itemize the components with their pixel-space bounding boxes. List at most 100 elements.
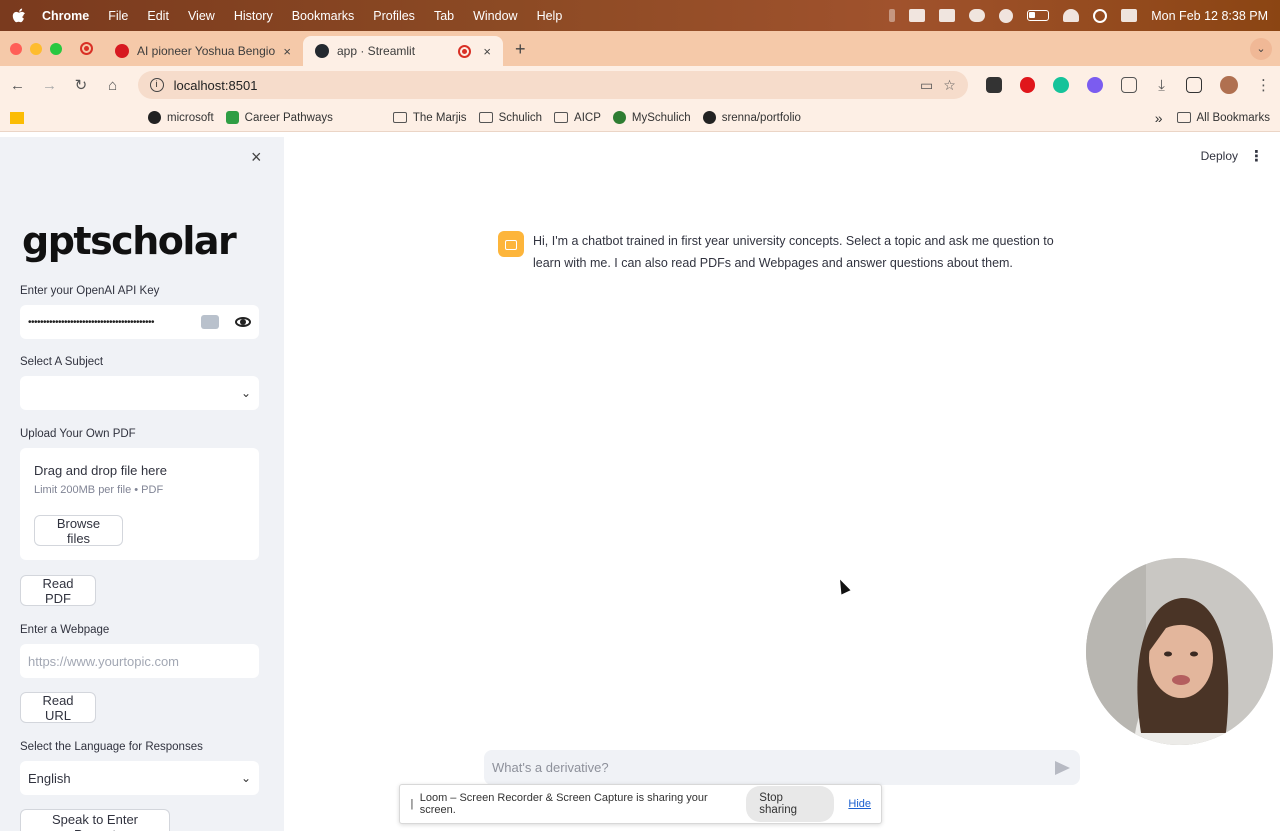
address-bar-url[interactable]: localhost:8501 xyxy=(174,78,910,93)
menubar-clock[interactable]: Mon Feb 12 8:38 PM xyxy=(1151,9,1268,23)
home-icon[interactable]: ⌂ xyxy=(106,77,120,94)
tab-streamlit-app[interactable]: app · Streamlit × xyxy=(303,36,503,66)
menu-bookmarks[interactable]: Bookmarks xyxy=(292,9,355,23)
bookmark-myschulich[interactable]: MySchulich xyxy=(612,111,691,124)
language-select[interactable]: English ⌄ xyxy=(20,761,259,795)
browser-tab-strip: AI pioneer Yoshua Bengio urg × app · Str… xyxy=(0,31,1280,66)
language-label: Select the Language for Responses xyxy=(20,741,203,753)
bookmark-folder-aicp[interactable]: AICP xyxy=(554,112,601,124)
extensions-menu-icon[interactable] xyxy=(1120,77,1137,93)
opera-extension-icon[interactable] xyxy=(1019,77,1036,93)
read-pdf-button[interactable]: Read PDF xyxy=(20,575,96,606)
all-bookmarks-button[interactable]: All Bookmarks xyxy=(1176,111,1271,124)
menu-app-name[interactable]: Chrome xyxy=(42,9,89,23)
fullscreen-window-icon[interactable] xyxy=(50,42,62,55)
bookmark-career-pathways[interactable]: Career Pathways xyxy=(225,111,333,124)
bookmark-star-icon[interactable]: ☆ xyxy=(943,77,956,94)
browse-files-button[interactable]: Browse files xyxy=(34,515,123,546)
bookmarks-overflow-icon[interactable]: » xyxy=(1155,110,1163,126)
api-key-label: Enter your OpenAI API Key xyxy=(20,285,160,297)
forward-icon[interactable]: → xyxy=(42,77,57,94)
close-tab-icon[interactable]: × xyxy=(483,44,491,59)
tab-search-dropdown-icon[interactable]: ⌄ xyxy=(1250,38,1272,60)
address-bar[interactable]: i localhost:8501 ▭ ☆ xyxy=(137,71,968,99)
bookmark-folder-schulich[interactable]: Schulich xyxy=(478,112,542,124)
cloud-icon[interactable] xyxy=(969,9,986,22)
google-drive-bookmark-icon[interactable] xyxy=(10,111,24,124)
drive-icon[interactable] xyxy=(939,9,956,22)
bookmarks-bar: microsoft Career Pathways The Marjis Sch… xyxy=(0,104,1280,132)
chat-input[interactable]: What's a derivative? xyxy=(484,750,1080,785)
password-manager-icon[interactable] xyxy=(201,315,219,329)
stop-sharing-button[interactable]: Stop sharing xyxy=(746,786,835,822)
menu-file[interactable]: File xyxy=(108,9,128,23)
wifi-icon[interactable] xyxy=(1063,9,1080,22)
dropzone-limit: Limit 200MB per file • PDF xyxy=(34,484,164,496)
webpage-input[interactable]: https://www.yourtopic.com xyxy=(20,644,259,678)
menu-profiles[interactable]: Profiles xyxy=(373,9,415,23)
bookmark-folder-the-marjis[interactable]: The Marjis xyxy=(392,111,467,124)
chevron-down-icon: ⌄ xyxy=(240,771,251,785)
battery-icon[interactable] xyxy=(1027,10,1050,21)
side-panel-icon[interactable] xyxy=(1186,77,1203,93)
reload-icon[interactable]: ↻ xyxy=(74,76,88,94)
control-center-icon[interactable] xyxy=(1121,9,1138,22)
folder-icon xyxy=(1176,112,1191,123)
streamlit-sidebar: × gptscholar Enter your OpenAI API Key •… xyxy=(0,137,284,831)
menu-tab[interactable]: Tab xyxy=(434,9,454,23)
drag-handle-icon[interactable]: || xyxy=(410,798,413,810)
bookmark-srenna-portfolio[interactable]: srenna/portfolio xyxy=(702,111,801,124)
menubar-status-area: Mon Feb 12 8:38 PM xyxy=(889,8,1268,23)
webcam-bubble[interactable] xyxy=(1086,558,1273,745)
browser-toolbar: ← → ↻ ⌂ i localhost:8501 ▭ ☆ ⤓ ⋮ xyxy=(0,66,1280,104)
browser-menu-icon[interactable]: ⋮ xyxy=(1256,76,1271,94)
hide-link[interactable]: Hide xyxy=(848,798,871,810)
myschulich-icon xyxy=(612,111,626,124)
menu-help[interactable]: Help xyxy=(537,9,563,23)
deploy-button[interactable]: Deploy xyxy=(1201,149,1238,163)
read-url-button[interactable]: Read URL xyxy=(20,692,96,723)
minimize-window-icon[interactable] xyxy=(30,42,42,55)
api-key-value: ••••••••••••••••••••••••••••••••••••••••… xyxy=(28,316,155,328)
api-key-input[interactable]: ••••••••••••••••••••••••••••••••••••••••… xyxy=(20,305,259,339)
send-icon[interactable] xyxy=(1055,760,1070,775)
puzzle-extension-icon[interactable] xyxy=(1087,77,1103,93)
spotlight-search-icon[interactable] xyxy=(1093,8,1108,23)
github-icon xyxy=(702,111,716,124)
close-tab-icon[interactable]: × xyxy=(283,44,291,59)
webpage-label: Enter a Webpage xyxy=(20,624,110,636)
chevron-down-icon: ⌄ xyxy=(240,386,251,400)
profile-avatar[interactable] xyxy=(1220,76,1238,94)
menu-window[interactable]: Window xyxy=(473,9,517,23)
new-tab-icon[interactable]: + xyxy=(515,39,526,60)
site-info-icon[interactable]: i xyxy=(149,78,164,92)
show-password-icon[interactable] xyxy=(235,317,251,327)
apple-icon[interactable] xyxy=(12,8,26,24)
menu-edit[interactable]: Edit xyxy=(147,9,169,23)
all-bookmarks-label: All Bookmarks xyxy=(1196,111,1271,124)
gptscholar-logo: gptscholar xyxy=(22,219,237,269)
microphone-icon[interactable] xyxy=(889,9,896,22)
wordpress-icon[interactable] xyxy=(999,8,1014,23)
loom-sharing-text: Loom – Screen Recorder & Screen Capture … xyxy=(419,792,708,816)
close-sidebar-icon[interactable]: × xyxy=(251,147,262,168)
close-window-icon[interactable] xyxy=(10,42,22,55)
recording-indicator-icon xyxy=(458,44,472,58)
tab-title: app · Streamlit xyxy=(337,44,416,58)
menu-history[interactable]: History xyxy=(234,9,273,23)
grammarly-extension-icon[interactable] xyxy=(1053,77,1070,93)
macos-menubar: Chrome File Edit View History Bookmarks … xyxy=(0,0,1280,31)
recording-tab-icon[interactable] xyxy=(80,42,93,55)
bookmark-microsoft[interactable]: microsoft xyxy=(148,111,214,124)
download-icon[interactable]: ⤓ xyxy=(1155,77,1169,94)
stage-manager-icon[interactable] xyxy=(909,9,926,22)
menu-view[interactable]: View xyxy=(188,9,215,23)
speak-prompt-button[interactable]: Speak to Enter Prompt xyxy=(20,809,170,831)
subject-select[interactable]: ⌄ xyxy=(20,376,259,410)
tab-news-article[interactable]: AI pioneer Yoshua Bengio urg × xyxy=(103,36,303,66)
bookmark-label: The Marjis xyxy=(412,111,467,124)
camera-icon[interactable]: ▭ xyxy=(920,77,933,94)
main-menu-icon[interactable]: ⋮ xyxy=(1249,147,1264,165)
extension-dark-icon[interactable] xyxy=(985,77,1002,93)
back-icon[interactable]: ← xyxy=(10,77,25,94)
